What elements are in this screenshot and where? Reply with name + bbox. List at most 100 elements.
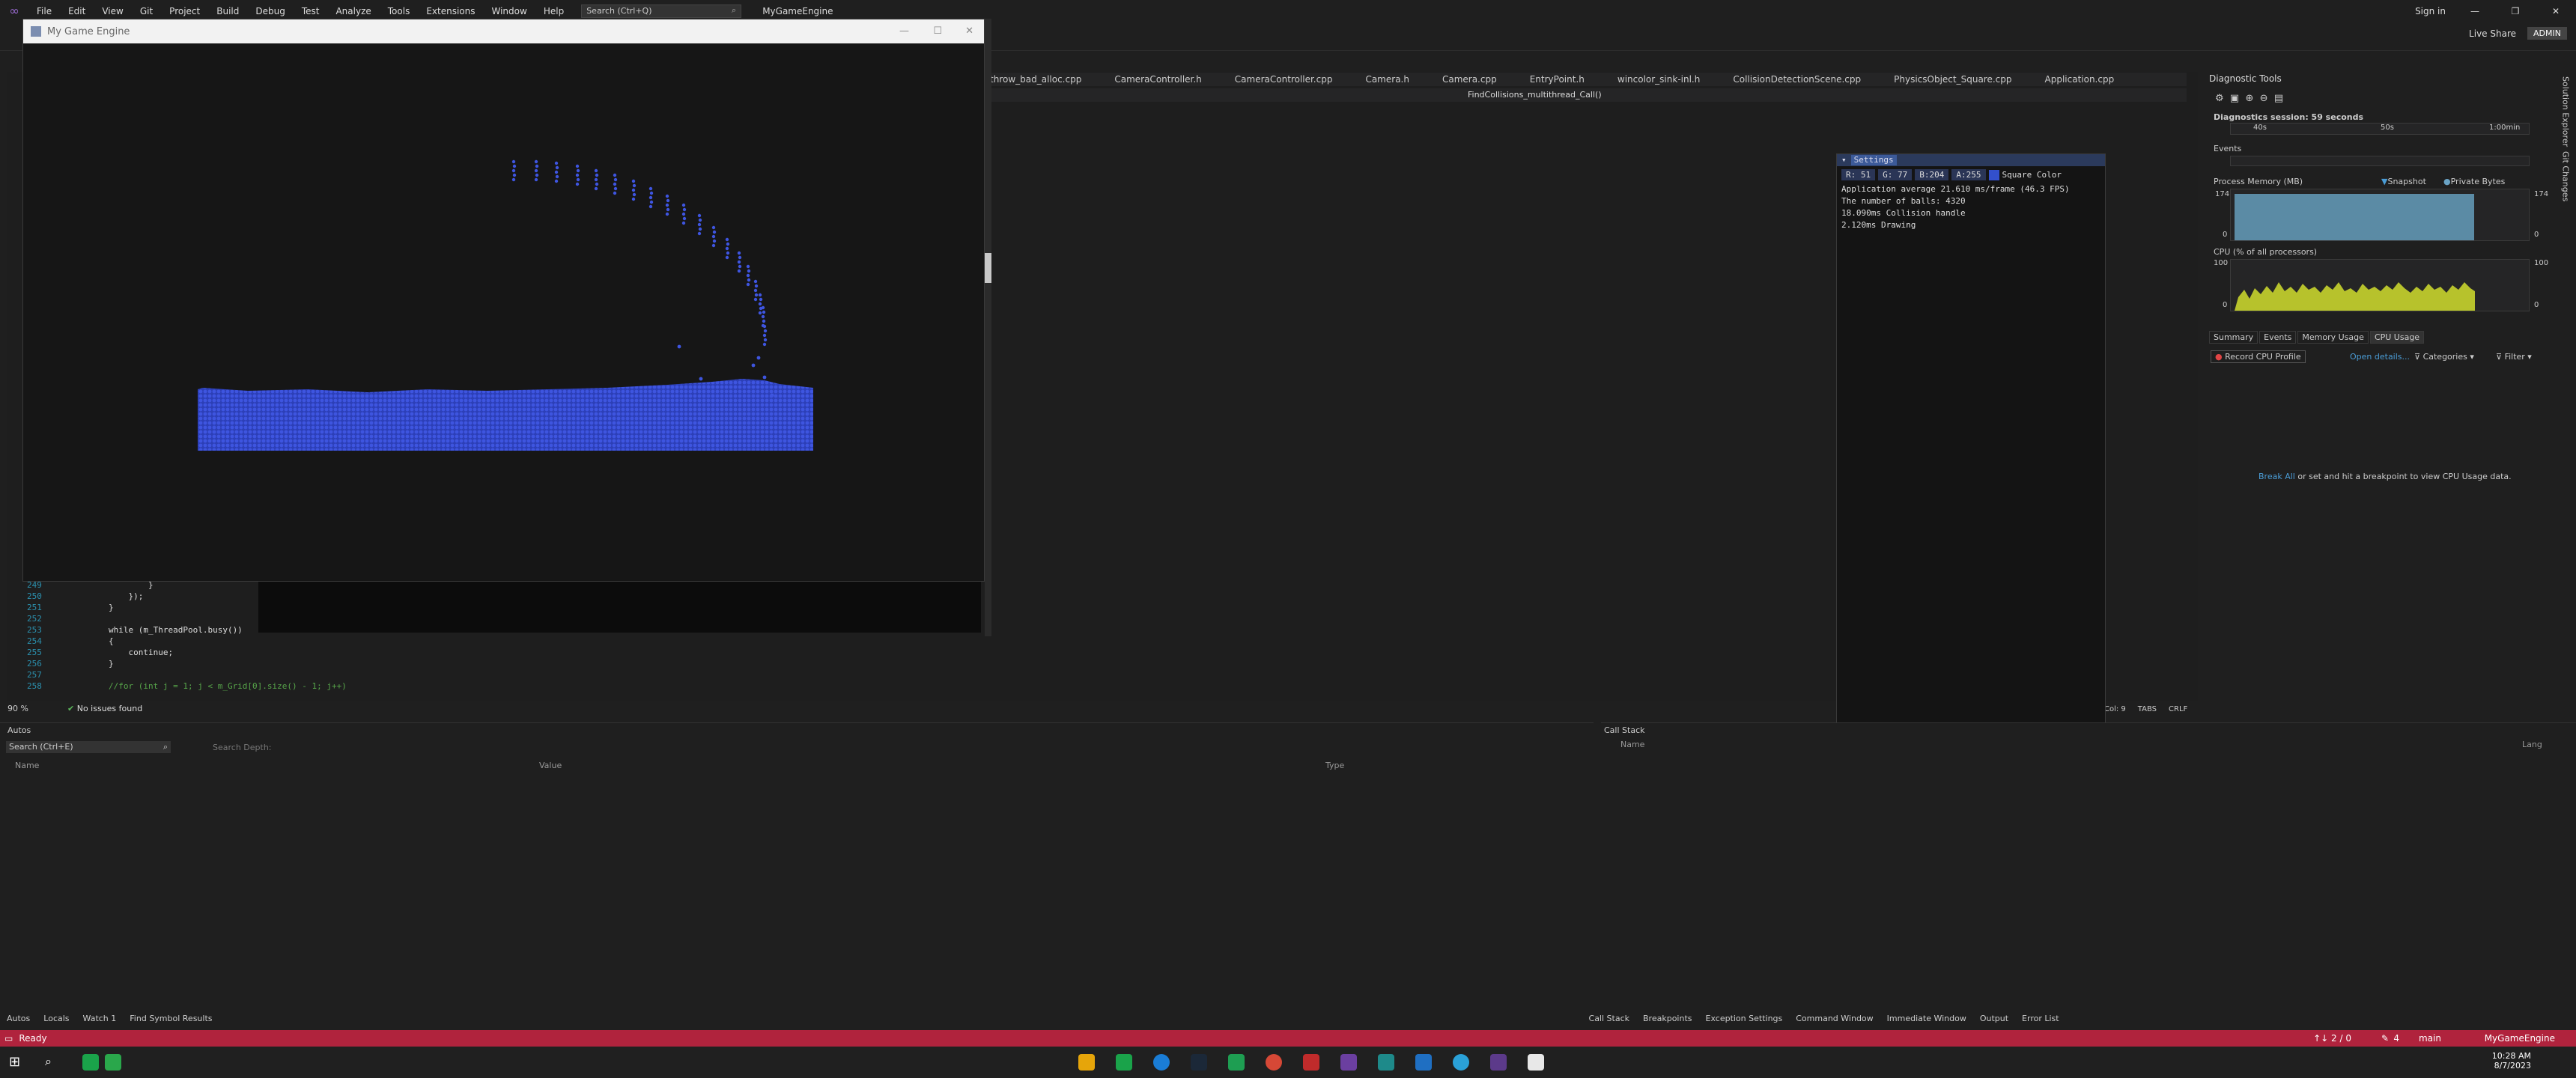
break-all-link[interactable]: Break All <box>2258 472 2295 481</box>
tab-immediate-window[interactable]: Immediate Window <box>1880 1014 1973 1023</box>
memory-graph[interactable] <box>2230 189 2530 241</box>
tab-memory-usage[interactable]: Memory Usage <box>2297 331 2369 344</box>
minimize-icon[interactable]: — <box>899 25 909 37</box>
git-changes-tab[interactable]: Git Changes <box>2561 151 2571 201</box>
app-icon-green[interactable] <box>82 1054 99 1071</box>
edge-icon[interactable] <box>1153 1054 1170 1071</box>
game-window-titlebar[interactable]: My Game Engine — ☐ ✕ <box>23 19 984 43</box>
folder-icon[interactable] <box>1078 1054 1095 1071</box>
vertical-scrollbar[interactable] <box>985 19 991 636</box>
zoom-in-icon[interactable]: ⊕ <box>2245 93 2253 104</box>
vscode-icon[interactable] <box>1415 1054 1432 1071</box>
steam-icon[interactable] <box>1191 1054 1207 1071</box>
settings-header[interactable]: ▾ Settings <box>1837 154 2105 166</box>
zoom-level[interactable]: 90 % <box>7 704 28 713</box>
tab-locals[interactable]: Locals <box>37 1014 76 1023</box>
menu-edit[interactable]: Edit <box>60 6 94 16</box>
col-name[interactable]: Name <box>15 761 39 770</box>
function-dropdown[interactable]: FindCollisions_multithread_Call() <box>1468 90 1602 100</box>
events-header[interactable]: Events <box>2214 144 2241 153</box>
save-icon[interactable]: ▣ <box>2230 93 2239 104</box>
close-icon[interactable]: ✕ <box>965 25 973 37</box>
restore-icon[interactable]: ❐ <box>2504 6 2527 16</box>
menu-file[interactable]: File <box>28 6 60 16</box>
clock[interactable]: 10:28 AM 8/7/2023 <box>2492 1051 2531 1071</box>
color-swatch[interactable] <box>1988 169 1999 180</box>
search-icon[interactable]: ⌕ <box>45 1054 61 1071</box>
app-icon[interactable] <box>1228 1054 1245 1071</box>
menu-git[interactable]: Git <box>132 6 161 16</box>
sign-in-link[interactable]: Sign in <box>2415 6 2446 16</box>
chrome-icon[interactable] <box>1266 1054 1282 1071</box>
tab-summary[interactable]: Summary <box>2209 331 2258 344</box>
menu-debug[interactable]: Debug <box>247 6 293 16</box>
menu-window[interactable]: Window <box>484 6 535 16</box>
zoom-out-icon[interactable]: ⊖ <box>2260 93 2268 104</box>
red-field[interactable]: R: 51 <box>1841 169 1876 180</box>
app-teal-icon[interactable] <box>1378 1054 1394 1071</box>
menu-build[interactable]: Build <box>208 6 247 16</box>
code-editor[interactable]: 249 250 251 252 253 254 255 256 257 258 … <box>22 580 347 700</box>
menu-help[interactable]: Help <box>535 6 572 16</box>
tab-throw-bad-alloc[interactable]: throw_bad_alloc.cpp <box>973 73 1098 86</box>
tab-exception-settings[interactable]: Exception Settings <box>1699 1014 1790 1023</box>
visual-studio-icon[interactable] <box>1340 1054 1357 1071</box>
filter-dropdown[interactable]: ⊽ Filter ▾ <box>2496 352 2532 362</box>
tab-cpu-usage[interactable]: CPU Usage <box>2369 331 2425 344</box>
cpu-header[interactable]: CPU (% of all processors) <box>2214 247 2317 257</box>
snapshot-toggle[interactable]: ▼Snapshot <box>2381 177 2426 186</box>
record-cpu-button[interactable]: ● Record CPU Profile <box>2211 350 2306 363</box>
status-project[interactable]: MyGameEngine <box>2485 1033 2555 1044</box>
tab-events[interactable]: Events <box>2259 331 2297 344</box>
windows-start-icon[interactable]: ⊞ <box>9 1054 25 1071</box>
green-field[interactable]: G: 77 <box>1878 169 1913 180</box>
nav-count[interactable]: ↑↓ 2 / 0 <box>2313 1033 2351 1044</box>
menu-tools[interactable]: Tools <box>380 6 419 16</box>
col-name[interactable]: Name <box>1620 740 1644 749</box>
autos-search[interactable]: Search (Ctrl+E) ⌕ <box>6 741 171 753</box>
col-value[interactable]: Value <box>539 761 562 770</box>
menu-view[interactable]: View <box>94 6 131 16</box>
menu-project[interactable]: Project <box>161 6 208 16</box>
game-window[interactable]: My Game Engine — ☐ ✕ <box>22 19 985 582</box>
tab-physicsobject[interactable]: PhysicsObject_Square.cpp <box>1877 73 2028 86</box>
tab-camera-h[interactable]: Camera.h <box>1349 73 1426 86</box>
tab-collisiondetection[interactable]: CollisionDetectionScene.cpp <box>1716 73 1877 86</box>
live-share-button[interactable]: Live Share <box>2469 28 2516 39</box>
timeline-ruler[interactable]: 40s 50s 1:00min <box>2230 123 2530 135</box>
tab-watch1[interactable]: Watch 1 <box>76 1014 124 1023</box>
memory-header[interactable]: Process Memory (MB) <box>2214 177 2303 186</box>
settings-gear-icon[interactable]: ⚙ <box>2215 93 2224 104</box>
tab-entrypoint-h[interactable]: EntryPoint.h <box>1513 73 1601 86</box>
cpu-graph[interactable] <box>2230 259 2530 311</box>
tabs-indicator[interactable]: TABS <box>2138 705 2157 713</box>
tab-autos[interactable]: Autos <box>0 1014 37 1023</box>
tab-call-stack[interactable]: Call Stack <box>1582 1014 1636 1023</box>
tab-application[interactable]: Application.cpp <box>2029 73 2131 86</box>
tab-wincolor-sink[interactable]: wincolor_sink-inl.h <box>1601 73 1716 86</box>
events-track[interactable] <box>2230 156 2530 166</box>
col-lang[interactable]: Lang <box>2522 740 2542 749</box>
maximize-icon[interactable]: ☐ <box>933 25 942 37</box>
scrollbar-thumb[interactable] <box>985 253 991 283</box>
col-type[interactable]: Type <box>1325 761 1344 770</box>
alpha-field[interactable]: A:255 <box>1951 169 1986 180</box>
line-ending-indicator[interactable]: CRLF <box>2169 705 2187 713</box>
tab-output[interactable]: Output <box>1973 1014 2015 1023</box>
app-purple-icon[interactable] <box>1490 1054 1507 1071</box>
tab-cameracontroller-h[interactable]: CameraController.h <box>1098 73 1218 86</box>
open-details-link[interactable]: Open details... <box>2350 352 2410 362</box>
close-icon[interactable]: ✕ <box>2545 6 2567 16</box>
tab-find-symbol[interactable]: Find Symbol Results <box>123 1014 219 1023</box>
tab-camera-cpp[interactable]: Camera.cpp <box>1426 73 1513 86</box>
categories-dropdown[interactable]: ⊽ Categories ▾ <box>2414 352 2474 362</box>
app-red-icon[interactable] <box>1303 1054 1319 1071</box>
menu-analyze[interactable]: Analyze <box>327 6 379 16</box>
edit-count[interactable]: 4 <box>2393 1033 2399 1044</box>
game-viewport[interactable] <box>23 43 984 581</box>
wechat-icon[interactable] <box>105 1054 121 1071</box>
tab-breakpoints[interactable]: Breakpoints <box>1636 1014 1699 1023</box>
menu-extensions[interactable]: Extensions <box>418 6 483 16</box>
blue-field[interactable]: B:204 <box>1915 169 1949 180</box>
branch-name[interactable]: main <box>2419 1033 2441 1044</box>
